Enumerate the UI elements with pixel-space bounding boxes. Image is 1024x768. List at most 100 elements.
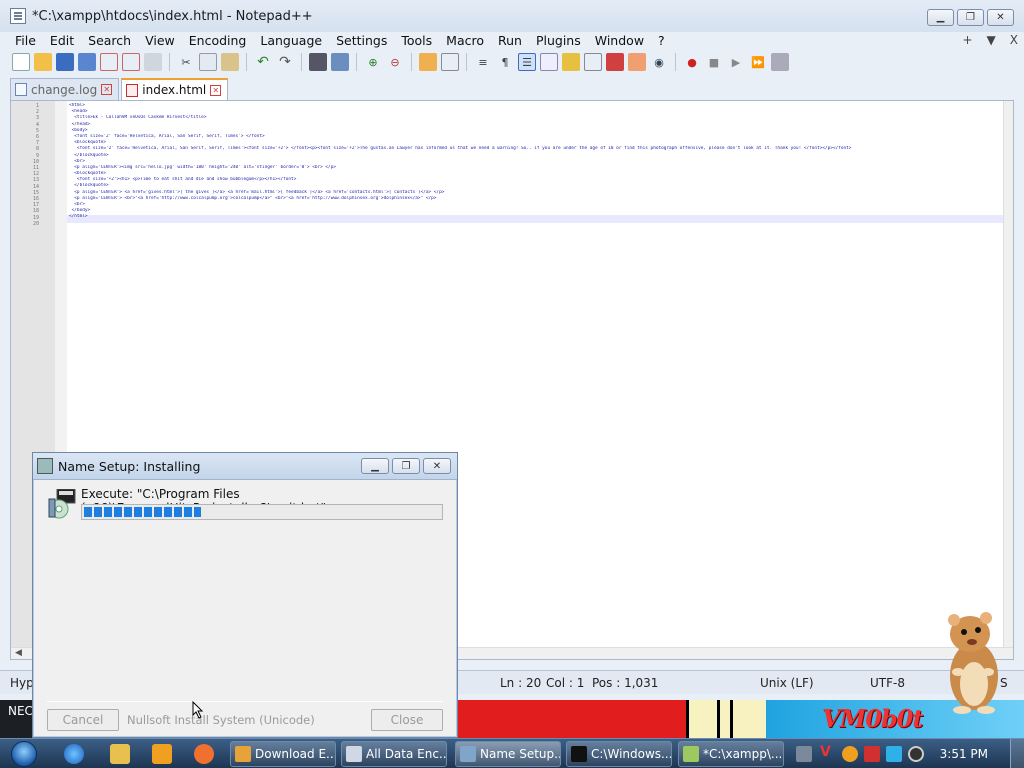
maximize-button[interactable]: ❐ [392, 458, 420, 474]
taskbar-item[interactable]: All Data Enc... [341, 741, 447, 767]
tab-index-html[interactable]: index.html ✕ [121, 78, 229, 100]
menu-item-run[interactable]: Run [491, 33, 529, 48]
zoom-in-icon[interactable]: ⊕ [364, 53, 382, 71]
install-progress-bar [81, 504, 443, 520]
document-tabs: change.log ✕ index.html ✕ [10, 78, 229, 100]
media-player-icon[interactable] [152, 744, 172, 764]
show-all-chars-icon[interactable]: ¶ [496, 53, 514, 71]
menu-item-tools[interactable]: Tools [394, 33, 439, 48]
word-wrap-icon[interactable]: ≡ [474, 53, 492, 71]
minimize-button[interactable]: ▁ [361, 458, 389, 474]
explorer-folder-icon[interactable] [110, 744, 130, 764]
stop-macro-icon[interactable]: ■ [705, 53, 723, 71]
menu-item-file[interactable]: File [8, 33, 43, 48]
redo-icon[interactable]: ↷ [276, 53, 294, 71]
paste-icon[interactable] [221, 53, 239, 71]
task-label: Name Setup... [480, 747, 561, 761]
vmobot-tray-icon[interactable]: V [820, 744, 836, 760]
toolbar-divider [411, 53, 412, 71]
cancel-button[interactable]: Cancel [47, 709, 119, 731]
system-tray: V 3:51 PM [784, 739, 1024, 768]
save-icon[interactable] [56, 53, 74, 71]
save-all-icon[interactable] [78, 53, 96, 71]
function-list-icon[interactable] [584, 53, 602, 71]
monitoring-icon[interactable] [628, 53, 646, 71]
display-icon[interactable] [886, 746, 902, 762]
toolbar-divider [675, 53, 676, 71]
udl-icon[interactable] [540, 53, 558, 71]
close-all-icon[interactable] [122, 53, 140, 71]
npp-titlebar: *C:\xampp\htdocs\index.html - Notepad++ … [0, 0, 1024, 32]
find-icon[interactable] [309, 53, 327, 71]
scroll-left-icon[interactable]: ◀ [15, 648, 22, 658]
setup-dialog: Name Setup: Installing ▁ ❐ ✕ Execute: "C… [32, 452, 458, 738]
open-folder-icon[interactable] [34, 53, 52, 71]
print-icon[interactable] [144, 53, 162, 71]
sync-horizontal-icon[interactable] [441, 53, 459, 71]
menu-item-edit[interactable]: Edit [43, 33, 81, 48]
minimize-button[interactable]: ▁ [927, 9, 954, 26]
xampp-icon[interactable] [194, 744, 214, 764]
internet-explorer-icon[interactable] [64, 744, 84, 764]
chevron-down-icon[interactable]: ▼ [987, 33, 996, 47]
red-panel [456, 700, 686, 738]
close-file-icon[interactable] [100, 53, 118, 71]
start-button[interactable] [6, 739, 42, 768]
clock[interactable]: 3:51 PM [940, 747, 988, 761]
close-button[interactable]: ✕ [987, 9, 1014, 26]
search-tray-icon[interactable] [842, 746, 858, 762]
cut-icon[interactable]: ✂ [177, 53, 195, 71]
sync-vertical-icon[interactable] [419, 53, 437, 71]
tab-label: change.log [31, 82, 98, 97]
close-button[interactable]: ✕ [423, 458, 451, 474]
indent-guide-icon[interactable]: ☰ [518, 53, 536, 71]
menu-item-view[interactable]: View [138, 33, 182, 48]
task-label: All Data Enc... [366, 747, 447, 761]
menu-item-window[interactable]: Window [588, 33, 651, 48]
taskbar-item[interactable]: Download E... [230, 741, 336, 767]
vertical-scrollbar[interactable] [1003, 101, 1013, 659]
volume-icon[interactable] [908, 746, 924, 762]
close-dialog-button[interactable]: Close [371, 709, 443, 731]
code-text[interactable]: <html> <head> <title>Ek - CallahVM veOsO… [69, 103, 1009, 227]
menu-item-help[interactable]: ? [651, 33, 672, 48]
menu-item-search[interactable]: Search [81, 33, 138, 48]
task-label: Download E... [255, 747, 336, 761]
new-tab-icon[interactable]: + [962, 33, 972, 47]
install-details-area [45, 527, 445, 697]
run-macro-multiple-icon[interactable]: ⏩ [749, 53, 767, 71]
maximize-button[interactable]: ❐ [957, 9, 984, 26]
toolbar-divider [466, 53, 467, 71]
menu-item-settings[interactable]: Settings [329, 33, 394, 48]
undo-icon[interactable]: ↶ [254, 53, 272, 71]
tab-change-log[interactable]: change.log ✕ [10, 78, 120, 100]
taskbar-item[interactable]: *C:\xampp\... [678, 741, 784, 767]
copy-icon[interactable] [199, 53, 217, 71]
menu-item-encoding[interactable]: Encoding [182, 33, 254, 48]
taskbar-item[interactable]: Name Setup... [455, 741, 561, 767]
network-icon[interactable] [796, 746, 812, 762]
play-macro-icon[interactable]: ▶ [727, 53, 745, 71]
status-position: Pos : 1,031 [592, 676, 659, 690]
doc-map-icon[interactable] [562, 53, 580, 71]
menu-item-plugins[interactable]: Plugins [529, 33, 588, 48]
record-macro-icon[interactable]: ● [683, 53, 701, 71]
menu-item-macro[interactable]: Macro [439, 33, 491, 48]
taskbar-item[interactable]: C:\Windows... [566, 741, 672, 767]
replace-icon[interactable] [331, 53, 349, 71]
code-line[interactable] [69, 221, 1009, 227]
close-doc-icon[interactable]: X [1010, 33, 1018, 47]
flag-icon[interactable] [864, 746, 880, 762]
save-macro-icon[interactable] [771, 53, 789, 71]
tab-close-icon[interactable]: ✕ [210, 84, 222, 96]
new-file-icon[interactable] [12, 53, 30, 71]
eye-icon[interactable]: ◉ [650, 53, 668, 71]
zoom-out-icon[interactable]: ⊖ [386, 53, 404, 71]
setup-window-controls: ▁ ❐ ✕ [361, 458, 451, 474]
npp-title: *C:\xampp\htdocs\index.html - Notepad++ [32, 8, 313, 24]
folder-workspace-icon[interactable] [606, 53, 624, 71]
show-desktop-button[interactable] [1010, 739, 1024, 768]
tab-close-icon[interactable]: ✕ [101, 84, 113, 95]
menu-item-language[interactable]: Language [253, 33, 329, 48]
windows-logo-icon [11, 741, 37, 767]
